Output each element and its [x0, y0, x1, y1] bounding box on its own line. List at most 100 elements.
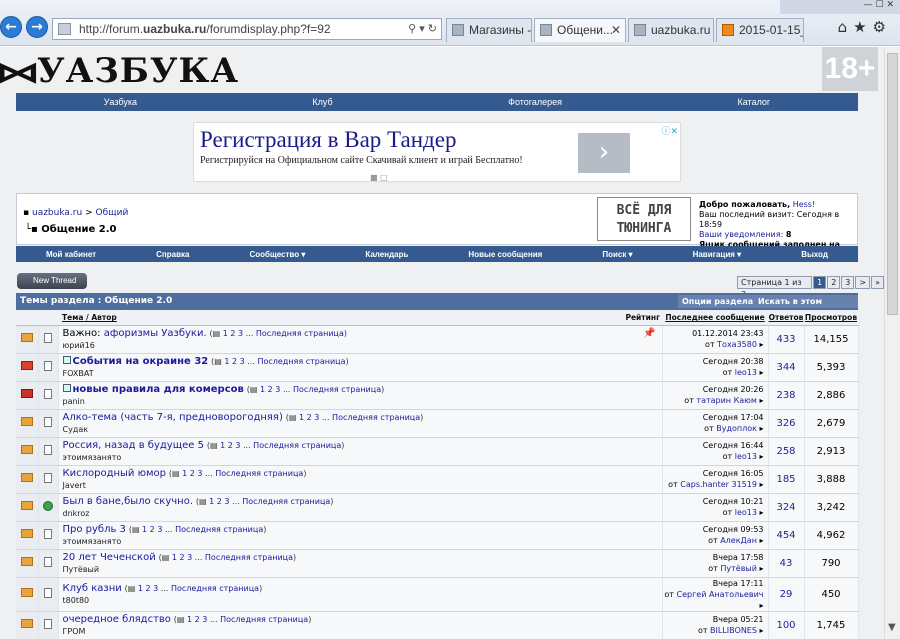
last-page-link[interactable]: Последняя страница — [215, 469, 303, 478]
browser-tab-3[interactable]: uazbuka.ru ... — [628, 18, 714, 42]
thread-author[interactable]: ГРОМ — [63, 627, 662, 636]
window-controls[interactable]: — ☐ ✕ — [780, 0, 900, 14]
thread-page-links[interactable]: 1 2 3 — [138, 584, 158, 593]
thread-author[interactable]: dnkroz — [63, 509, 662, 518]
replies-link[interactable]: 324 — [776, 502, 795, 513]
folder-status-icon[interactable] — [20, 501, 33, 510]
sort-rating[interactable]: Рейтинг — [625, 313, 660, 322]
goto-last-post-icon[interactable]: ▸ — [759, 396, 763, 405]
thread-title-link[interactable]: Алко-тема (часть 7-я, предноворогодняя) — [63, 412, 283, 423]
forward-button[interactable]: → — [26, 16, 48, 38]
thread-title-link[interactable]: Клуб казни — [63, 583, 122, 594]
thread-author[interactable]: этоимязанято — [63, 453, 662, 462]
toolbar-icons[interactable]: ⌂★⚙ — [838, 18, 892, 36]
page-2[interactable]: 2 — [827, 276, 841, 289]
last-post-user[interactable]: BILLIBONES — [710, 626, 757, 635]
nav-calendar[interactable]: Календарь — [365, 250, 408, 259]
nav-my-cabinet[interactable]: Мой кабинет — [46, 250, 96, 259]
sort-views[interactable]: Просмотров — [804, 311, 858, 326]
address-bar[interactable]: http://forum.uazbuka.ru/forumdisplay.php… — [52, 18, 442, 40]
thread-page-links[interactable]: 1 2 3 — [182, 469, 202, 478]
page-1[interactable]: 1 — [813, 276, 827, 289]
top-nav-link[interactable]: Каталог — [738, 97, 771, 107]
thread-title-link[interactable]: Про рубль 3 — [63, 524, 126, 535]
thread-title-link[interactable]: Был в бане,было скучно. — [63, 496, 194, 507]
ad-pager-dots[interactable]: ■ □ — [370, 173, 388, 182]
folder-status-icon[interactable] — [20, 588, 33, 597]
last-post-user[interactable]: Тоха3580 — [717, 340, 757, 349]
replies-link[interactable]: 185 — [776, 474, 795, 485]
folder-status-icon[interactable] — [20, 473, 33, 482]
thread-author[interactable]: Javert — [63, 481, 662, 490]
nav-navigation[interactable]: Навигация ▾ — [693, 250, 742, 259]
last-page-link[interactable]: Последняя страница — [220, 615, 308, 624]
replies-link[interactable]: 344 — [776, 362, 795, 373]
sort-title[interactable]: Тема — [62, 313, 83, 322]
thread-page-links[interactable]: 1 2 3 — [220, 441, 240, 450]
notifications-link[interactable]: Ваши уведомления: — [699, 230, 783, 239]
thread-page-links[interactable]: 1 2 3 — [142, 525, 162, 534]
goto-last-post-icon[interactable]: ▸ — [759, 368, 763, 377]
scrollbar-thumb[interactable] — [887, 53, 898, 315]
replies-link[interactable]: 258 — [776, 446, 795, 457]
sort-last-post[interactable]: Последнее сообщение — [662, 311, 768, 326]
thread-page-links[interactable]: 1 2 3 — [260, 385, 280, 394]
last-post-user[interactable]: leo13 — [735, 452, 757, 461]
thread-title-link[interactable]: афоризмы Уазбуки. — [104, 328, 207, 339]
last-page-link[interactable]: Последняя страница — [293, 385, 381, 394]
scroll-down-icon[interactable]: ▼ — [888, 622, 896, 633]
thread-author[interactable]: panin — [63, 397, 662, 406]
thread-author[interactable]: юрий16 — [63, 341, 662, 350]
thread-author[interactable]: FOXBAT — [63, 369, 662, 378]
replies-link[interactable]: 100 — [776, 620, 795, 631]
browser-tab-1[interactable]: Магазины -... — [446, 18, 532, 42]
replies-link[interactable]: 238 — [776, 390, 795, 401]
thread-author[interactable]: t80t80 — [63, 596, 662, 605]
last-post-user[interactable]: leo13 — [735, 508, 757, 517]
replies-link[interactable]: 454 — [776, 530, 795, 541]
thread-title-link[interactable]: очередное блядство — [63, 614, 171, 625]
page-3[interactable]: 3 — [841, 276, 855, 289]
breadcrumb-parent[interactable]: Общий — [95, 208, 128, 218]
folder-status-icon[interactable] — [20, 417, 33, 426]
top-nav-link[interactable]: Фотогалерея — [508, 97, 562, 107]
folder-status-icon[interactable] — [20, 529, 33, 538]
thread-page-links[interactable]: 1 2 3 — [187, 615, 207, 624]
folder-status-icon[interactable] — [20, 557, 33, 566]
breadcrumb-home[interactable]: uazbuka.ru — [32, 208, 82, 218]
last-post-user[interactable]: leo13 — [735, 368, 757, 377]
folder-status-icon[interactable] — [20, 333, 33, 342]
nav-help[interactable]: Справка — [156, 250, 189, 259]
sort-replies[interactable]: Ответов — [768, 311, 804, 326]
nav-new-posts[interactable]: Новые сообщения — [468, 250, 542, 259]
last-post-user[interactable]: Путёвый — [720, 564, 757, 573]
goto-last-post-icon[interactable]: ▸ — [759, 480, 763, 489]
replies-link[interactable]: 326 — [776, 418, 795, 429]
folder-status-icon[interactable] — [20, 389, 33, 398]
replies-link[interactable]: 433 — [776, 334, 795, 345]
browser-tab-2[interactable]: Общени... ✕ — [534, 18, 626, 42]
goto-last-post-icon[interactable]: ▸ — [759, 452, 763, 461]
last-page-link[interactable]: Последняя страница — [257, 357, 345, 366]
goto-last-post-icon[interactable]: ▸ — [759, 536, 763, 545]
page-next[interactable]: > — [855, 276, 871, 289]
search-forum-button[interactable]: Искать в этом разделе ▾ — [754, 295, 858, 319]
top-nav-link[interactable]: Уазбука — [104, 97, 137, 107]
site-logo[interactable]: ⋈УАЗБУКА — [0, 51, 239, 91]
tuning-ad[interactable]: ВСЁ ДЛЯ ТЮНИНГА — [597, 197, 691, 241]
last-post-user[interactable]: Вудоплок — [716, 424, 757, 433]
welcome-user-link[interactable]: Hess! — [793, 200, 815, 209]
nav-search[interactable]: Поиск ▾ — [602, 250, 632, 259]
page-last[interactable]: » — [871, 276, 884, 289]
thread-title-link[interactable]: Россия, назад в будущее 5 — [63, 440, 204, 451]
close-tab-icon[interactable]: ✕ — [611, 19, 621, 41]
goto-last-post-icon[interactable]: ▸ — [759, 424, 763, 433]
thread-page-links[interactable]: 1 2 3 — [299, 413, 319, 422]
last-page-link[interactable]: Последняя страница — [332, 413, 420, 422]
goto-last-post-icon[interactable]: ▸ — [759, 601, 763, 610]
nav-logout[interactable]: Выход — [801, 250, 828, 259]
browser-tab-4[interactable]: 2015-01-15_... — [716, 18, 804, 42]
back-button[interactable]: ← — [0, 16, 22, 38]
goto-last-post-icon[interactable]: ▸ — [759, 508, 763, 517]
last-page-link[interactable]: Последняя страница — [242, 497, 330, 506]
